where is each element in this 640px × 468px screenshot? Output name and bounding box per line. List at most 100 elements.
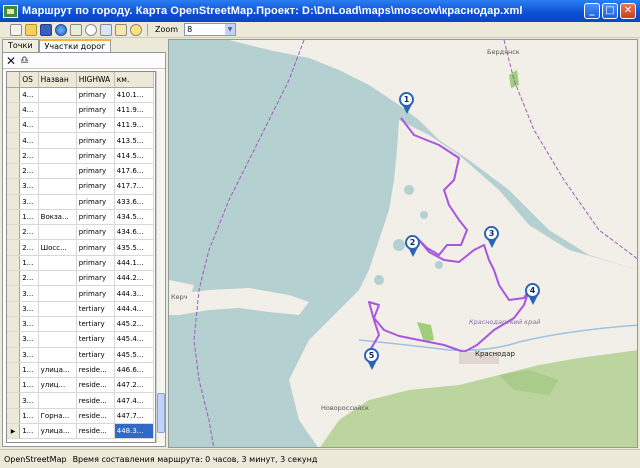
cell-km[interactable]: 446.6... [114, 362, 155, 379]
route-icon[interactable] [70, 23, 82, 36]
cell-highway[interactable]: tertiary [76, 331, 115, 348]
cell-os[interactable]: 3... [19, 178, 39, 195]
cell-highway[interactable]: reside... [76, 408, 115, 425]
cell-os[interactable]: 4... [19, 87, 39, 103]
row-header[interactable] [7, 132, 21, 149]
cell-name[interactable] [38, 132, 77, 149]
row-header[interactable] [7, 362, 21, 379]
row-header[interactable] [7, 301, 21, 317]
column-header-km[interactable]: км. [114, 72, 155, 88]
column-header-os[interactable]: OS [19, 72, 39, 88]
cell-highway[interactable]: primary [76, 87, 115, 103]
cell-os[interactable]: 4... [19, 117, 39, 134]
cell-highway[interactable]: primary [76, 270, 115, 287]
table-row[interactable]: 1... улица... reside... 446.6... [7, 362, 155, 379]
cell-name[interactable]: улица... [38, 423, 77, 440]
table-row[interactable]: 3... tertiary 445.4... [7, 331, 155, 348]
cell-os[interactable]: 3... [19, 194, 39, 210]
scrollbar-thumb[interactable] [157, 393, 165, 433]
cell-name[interactable] [38, 270, 77, 287]
cell-km[interactable]: 434.6... [114, 224, 155, 241]
cell-km[interactable]: 417.6... [114, 163, 155, 180]
table-row[interactable]: 2... primary 414.5... [7, 148, 155, 164]
export-icon[interactable] [100, 23, 112, 36]
route-marker-1[interactable]: 1 [399, 92, 414, 114]
table-row[interactable]: 4... primary 411.9... [7, 117, 155, 134]
cell-highway[interactable]: primary [76, 178, 115, 195]
cell-km[interactable]: 445.4... [114, 331, 155, 348]
table-row[interactable]: 3... tertiary 445.2... [7, 316, 155, 333]
grid-scrollbar[interactable] [156, 71, 165, 443]
cell-name[interactable]: Вокза... [38, 209, 77, 226]
cell-highway[interactable]: primary [76, 148, 115, 164]
cell-name[interactable] [38, 102, 77, 119]
cell-name[interactable] [38, 194, 77, 210]
table-row[interactable]: 1... Вокза... primary 434.5... [7, 209, 155, 226]
cell-highway[interactable]: reside... [76, 362, 115, 379]
row-header[interactable] [7, 270, 21, 287]
cell-os[interactable]: 1... [19, 423, 39, 440]
cell-highway[interactable]: tertiary [76, 316, 115, 333]
cell-km[interactable]: 417.7... [114, 178, 155, 195]
cell-highway[interactable]: primary [76, 132, 115, 149]
table-row[interactable]: 4... primary 413.5... [7, 132, 155, 149]
cell-km[interactable]: 445.2... [114, 316, 155, 333]
table-row[interactable]: 3... primary 433.6... [7, 194, 155, 210]
tab-points[interactable]: Точки [2, 39, 39, 52]
row-header[interactable] [7, 331, 21, 348]
table-row[interactable]: 3... primary 417.7... [7, 178, 155, 195]
cell-os[interactable]: 3... [19, 331, 39, 348]
cell-km[interactable]: 444.2... [114, 270, 155, 287]
cell-name[interactable] [38, 347, 77, 363]
cell-highway[interactable]: reside... [76, 377, 115, 394]
segments-grid[interactable]: OS Назван HIGHWA км. 4... primary 410.1...… [6, 71, 156, 443]
cell-km[interactable]: 445.5... [114, 347, 155, 363]
open-folder-icon[interactable] [25, 23, 37, 36]
cell-name[interactable] [38, 301, 77, 317]
row-header[interactable] [7, 117, 21, 134]
tab-road-segments[interactable]: Участки дорог [38, 39, 112, 53]
cell-os[interactable]: 3... [19, 316, 39, 333]
cell-km[interactable]: 410.1... [114, 87, 155, 103]
cell-name[interactable] [38, 316, 77, 333]
row-header[interactable] [7, 408, 21, 425]
cell-km[interactable]: 447.4... [114, 392, 155, 409]
cell-os[interactable]: 2... [19, 148, 39, 164]
row-header[interactable] [7, 316, 21, 333]
column-header-highway[interactable]: HIGHWA [76, 72, 115, 88]
cell-os[interactable]: 3... [19, 301, 39, 317]
cell-km[interactable]: 413.5... [114, 132, 155, 149]
zoom-select[interactable]: 8 ▼ [184, 23, 237, 36]
cell-km[interactable]: 448.3... [114, 423, 155, 440]
cell-os[interactable]: 1... [19, 209, 39, 226]
row-header[interactable] [7, 87, 21, 103]
table-row[interactable]: 2... primary 434.6... [7, 224, 155, 241]
binoculars-icon[interactable]: ♎ [20, 55, 29, 67]
row-header[interactable] [7, 178, 21, 195]
row-header[interactable] [7, 347, 21, 363]
table-row[interactable]: 4... primary 410.1... [7, 87, 155, 103]
cell-name[interactable]: Шосс... [38, 239, 77, 256]
cell-name[interactable] [38, 163, 77, 180]
row-header[interactable] [7, 285, 21, 302]
cell-name[interactable]: улица... [38, 362, 77, 379]
cell-highway[interactable]: primary [76, 209, 115, 226]
cell-name[interactable] [38, 117, 77, 134]
help-icon[interactable] [130, 23, 142, 36]
cell-km[interactable]: 444.1... [114, 255, 155, 272]
row-header[interactable] [7, 148, 21, 164]
row-header[interactable] [7, 209, 21, 226]
table-row[interactable]: 1... primary 444.1... [7, 255, 155, 272]
table-row[interactable]: 3... reside... 447.4... [7, 392, 155, 409]
cell-highway[interactable]: tertiary [76, 301, 115, 317]
row-header[interactable] [7, 239, 21, 256]
route-marker-4[interactable]: 4 [525, 283, 540, 305]
cell-os[interactable]: 4... [19, 102, 39, 119]
cell-highway[interactable]: primary [76, 285, 115, 302]
cell-km[interactable]: 447.7... [114, 408, 155, 425]
row-header[interactable] [7, 392, 21, 409]
minimize-button[interactable]: _ [584, 3, 600, 19]
row-header[interactable] [7, 194, 21, 210]
cell-km[interactable]: 411.9... [114, 117, 155, 134]
cell-highway[interactable]: primary [76, 117, 115, 134]
